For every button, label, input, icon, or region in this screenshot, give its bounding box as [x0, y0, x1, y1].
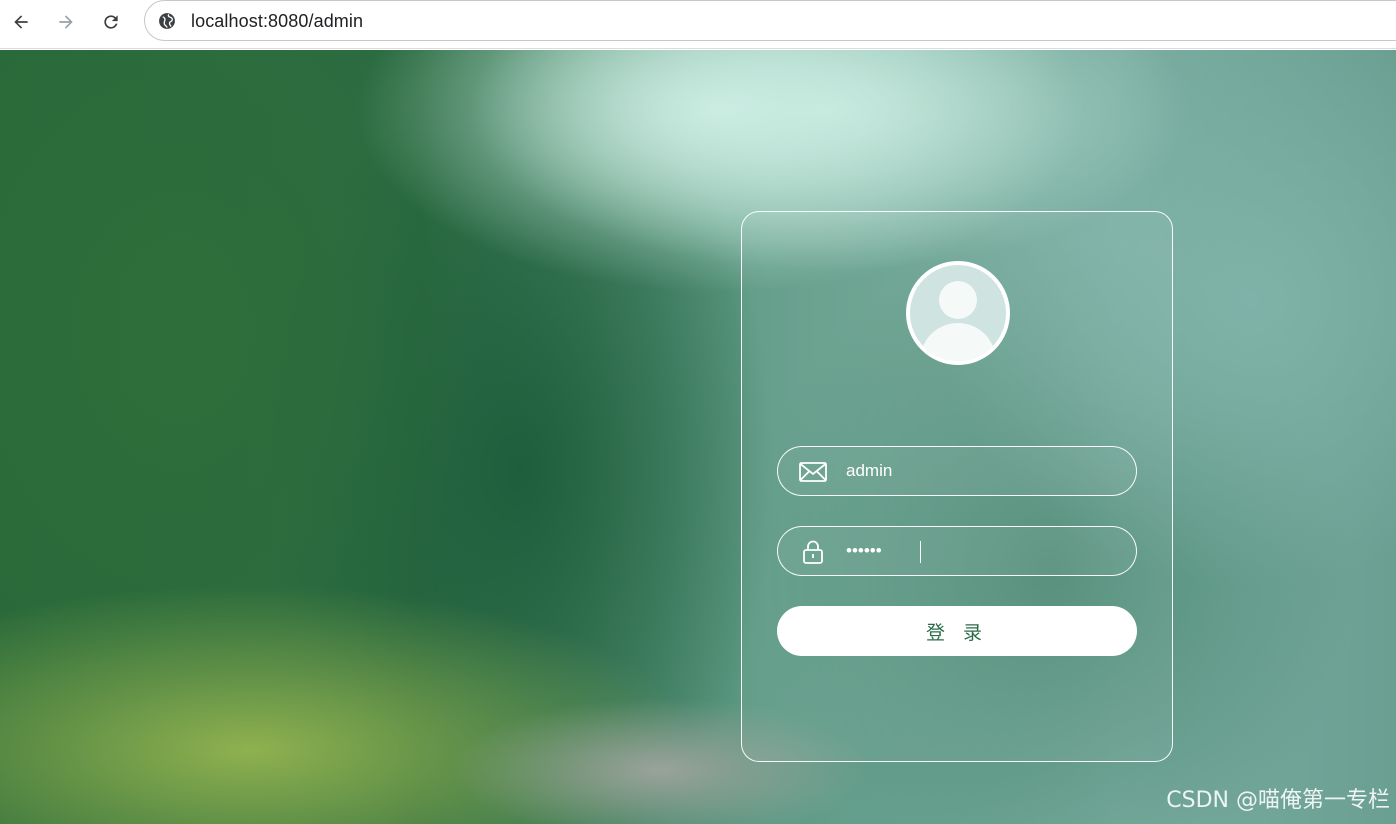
reload-button[interactable]	[95, 6, 127, 38]
login-page-background: 登 录 CSDN @喵俺第一专栏	[0, 50, 1396, 824]
watermark-text: CSDN @喵俺第一专栏	[1166, 788, 1390, 813]
forward-arrow-icon	[59, 15, 73, 29]
username-input[interactable]	[846, 457, 1116, 485]
address-bar[interactable]: localhost:8080/admin	[144, 0, 1396, 41]
mail-icon	[799, 462, 827, 482]
avatar-body	[920, 323, 996, 361]
url-text[interactable]: localhost:8080/admin	[191, 11, 363, 32]
lock-icon	[803, 540, 823, 564]
username-field[interactable]	[777, 446, 1137, 496]
avatar-head	[939, 281, 977, 319]
login-card: 登 录	[741, 211, 1173, 762]
text-cursor	[920, 541, 921, 563]
back-arrow-icon	[14, 15, 28, 29]
browser-toolbar: localhost:8080/admin	[0, 0, 1396, 49]
login-button[interactable]: 登 录	[777, 606, 1137, 656]
user-avatar-icon	[906, 261, 1010, 365]
password-input[interactable]	[846, 537, 1116, 565]
forward-button[interactable]	[50, 6, 82, 38]
back-button[interactable]	[5, 6, 37, 38]
reload-icon	[104, 15, 118, 29]
globe-icon[interactable]	[157, 11, 177, 31]
password-field[interactable]	[777, 526, 1137, 576]
